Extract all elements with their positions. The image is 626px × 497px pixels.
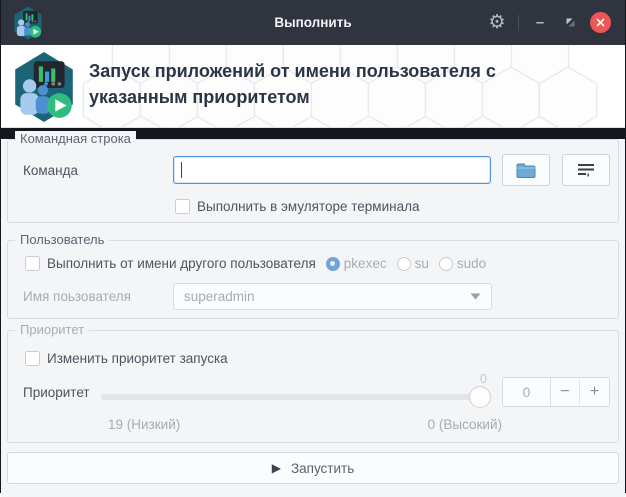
priority-high-label: 0 (Высокий) bbox=[428, 417, 502, 432]
minimize-icon: – bbox=[536, 15, 544, 30]
change-priority-row: Изменить приоритет запуска bbox=[15, 351, 610, 366]
username-row: Имя поьзователя superadmin bbox=[15, 283, 610, 310]
main-content: Командная строка Команда bbox=[1, 139, 625, 497]
username-value: superadmin bbox=[184, 289, 255, 304]
change-priority-checkbox[interactable] bbox=[25, 351, 40, 366]
username-label: Имя поьзователя bbox=[15, 289, 173, 304]
slider-handle[interactable] bbox=[469, 386, 491, 408]
command-row: Команда bbox=[15, 154, 610, 186]
radio-sudo-label: sudo bbox=[457, 256, 486, 271]
browse-file-button[interactable] bbox=[502, 154, 550, 186]
history-button[interactable] bbox=[562, 154, 610, 186]
radio-sudo[interactable]: sudo bbox=[439, 256, 486, 271]
terminal-checkbox[interactable] bbox=[175, 199, 190, 214]
change-priority-checkbox-label: Изменить приоритет запуска bbox=[47, 351, 228, 366]
group-user: Пользователь Выполнить от имени другого … bbox=[7, 240, 619, 319]
header-banner: Запуск приложений от имени пользователя … bbox=[1, 45, 625, 128]
radio-su-circle bbox=[397, 257, 411, 271]
app-logo-icon bbox=[12, 6, 44, 40]
priority-slider[interactable]: 0 bbox=[101, 374, 490, 410]
close-button[interactable] bbox=[585, 8, 615, 38]
other-user-checkbox-label: Выполнить от имени другого пользователя bbox=[47, 256, 316, 271]
run-button[interactable]: ▶ Запустить bbox=[7, 452, 619, 484]
chevron-down-icon bbox=[470, 293, 481, 300]
app-logo-icon-large bbox=[11, 51, 77, 123]
spinbox-decrement-button[interactable]: − bbox=[551, 378, 580, 406]
page-title: Запуск приложений от имени пользователя … bbox=[89, 58, 579, 110]
radio-sudo-circle bbox=[439, 257, 453, 271]
group-command-legend: Командная строка bbox=[15, 131, 136, 146]
minimize-button[interactable]: – bbox=[525, 8, 555, 38]
priority-low-label: 19 (Низкий) bbox=[108, 417, 180, 432]
group-priority-legend: Приоритет bbox=[15, 322, 89, 337]
settings-button[interactable]: ⚙ bbox=[482, 8, 512, 38]
radio-pkexec-circle bbox=[326, 257, 340, 271]
history-list-icon bbox=[577, 163, 595, 177]
group-user-legend: Пользователь bbox=[15, 232, 109, 247]
command-input[interactable] bbox=[173, 156, 491, 184]
group-priority: Приоритет Изменить приоритет запуска При… bbox=[7, 330, 619, 443]
priority-scale-labels: 19 (Низкий) 0 (Высокий) bbox=[108, 417, 502, 432]
priority-slider-row: Приоритет 0 0 − + bbox=[15, 374, 610, 410]
slider-track[interactable] bbox=[101, 394, 490, 400]
other-user-row: Выполнить от имени другого пользователя … bbox=[15, 256, 610, 271]
gear-icon: ⚙ bbox=[488, 13, 505, 32]
play-icon: ▶ bbox=[272, 462, 281, 474]
command-label: Команда bbox=[15, 163, 173, 178]
radio-su[interactable]: su bbox=[397, 256, 429, 271]
run-button-label: Запустить bbox=[291, 461, 354, 476]
priority-label: Приоритет bbox=[15, 385, 101, 400]
titlebar-separator bbox=[518, 15, 519, 31]
radio-pkexec-label: pkexec bbox=[344, 256, 387, 271]
maximize-icon bbox=[566, 18, 575, 27]
maximize-button[interactable] bbox=[555, 8, 585, 38]
spinbox-increment-button[interactable]: + bbox=[580, 378, 609, 406]
terminal-checkbox-label: Выполнить в эмуляторе терминала bbox=[197, 199, 419, 214]
group-command-line: Командная строка Команда bbox=[7, 139, 619, 223]
radio-pkexec[interactable]: pkexec bbox=[326, 256, 387, 271]
command-input-wrap bbox=[173, 156, 491, 184]
folder-icon bbox=[516, 162, 536, 179]
slider-value-label: 0 bbox=[480, 372, 487, 386]
text-caret bbox=[181, 162, 182, 178]
username-combobox[interactable]: superadmin bbox=[173, 283, 492, 310]
titlebar: Выполнить ⚙ – bbox=[1, 0, 625, 45]
terminal-checkbox-row: Выполнить в эмуляторе терминала bbox=[175, 199, 610, 214]
other-user-checkbox[interactable] bbox=[25, 256, 40, 271]
window-frame: Выполнить ⚙ – bbox=[0, 0, 626, 493]
priority-spinbox: 0 − + bbox=[502, 377, 610, 407]
spinbox-value[interactable]: 0 bbox=[503, 378, 551, 406]
radio-su-label: su bbox=[415, 256, 429, 271]
close-icon bbox=[590, 12, 611, 33]
